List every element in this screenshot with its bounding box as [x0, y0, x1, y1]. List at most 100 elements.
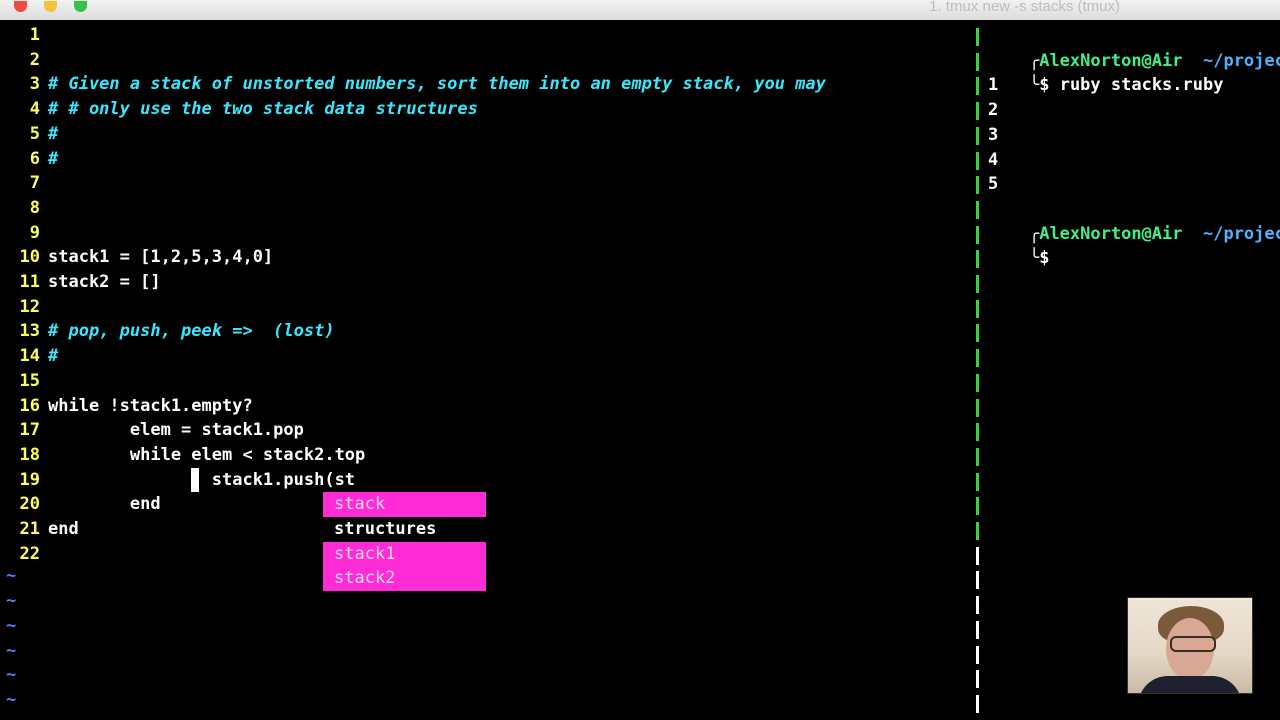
line-number: 22 — [19, 543, 40, 564]
divider-segment — [976, 423, 979, 442]
divider-segment — [976, 596, 979, 615]
line-number: 19 — [19, 469, 40, 490]
divider-segment — [976, 694, 979, 713]
divider-segment — [976, 250, 979, 269]
prompt-line-1: ╭AlexNorton@Air ~/projects — [988, 24, 1280, 71]
divider-segment — [976, 645, 979, 664]
webcam-overlay — [1127, 597, 1253, 694]
prompt-dollar: $ — [1039, 248, 1050, 269]
output-line: 3 — [988, 124, 999, 145]
line-number: 1 — [29, 25, 40, 45]
empty-line-tilde: ~ — [6, 689, 17, 710]
prompt-input-line[interactable]: ╰$ — [988, 222, 1050, 268]
line-code: # — [48, 123, 59, 144]
line-number: 12 — [19, 296, 40, 317]
completion-item[interactable]: stack — [323, 492, 486, 517]
empty-line-tilde: ~ — [6, 591, 17, 612]
divider-segment — [976, 299, 979, 318]
divider-segment — [976, 373, 979, 392]
line-code: # pop, push, peek => (lost) — [48, 321, 335, 342]
line-number: 20 — [19, 494, 40, 515]
vim-editor-pane[interactable]: 1 2 3 # Given a stack of unstorted numbers,… — [0, 20, 975, 720]
zoom-window-button[interactable] — [74, 1, 87, 12]
divider-segment — [976, 620, 979, 639]
divider-segment — [976, 447, 979, 466]
divider-segment — [976, 349, 979, 368]
webcam-person-body — [1138, 676, 1242, 693]
prompt-line-2: ╭AlexNorton@Air ~/projects — [988, 197, 1280, 244]
line-number: 6 — [29, 148, 40, 169]
output-line: 5 — [988, 174, 999, 195]
divider-segment — [976, 497, 979, 516]
line-number: 9 — [29, 222, 40, 243]
line-number: 18 — [19, 444, 40, 465]
line-number: 10 — [19, 247, 40, 268]
window-title: 1. tmux new -s stacks (tmux) — [929, 0, 1120, 15]
divider-segment — [976, 472, 979, 491]
line-number: 4 — [29, 99, 40, 120]
divider-segment — [976, 77, 979, 96]
prompt-dollar: $ — [1039, 75, 1050, 96]
divider-segment — [976, 200, 979, 219]
window-titlebar: 1. tmux new -s stacks (tmux) — [0, 0, 1280, 20]
line-number: 14 — [19, 346, 40, 367]
divider-segment — [976, 102, 979, 121]
line-number: 5 — [29, 123, 40, 144]
line-number: 17 — [19, 420, 40, 441]
prompt-corner: ╰ — [1028, 248, 1040, 269]
empty-line-tilde: ~ — [6, 615, 17, 636]
line-code: stack1.push(st — [48, 469, 356, 490]
line-number: 2 — [29, 49, 40, 70]
prompt-corner: ╰ — [1028, 75, 1040, 96]
line-code: elem = stack1.pop — [48, 420, 304, 441]
line-code: stack2 = [] — [48, 272, 161, 292]
empty-line-tilde: ~ — [6, 566, 17, 587]
divider-segment — [976, 176, 979, 195]
prompt-user: AlexNorton@Air — [1039, 223, 1183, 244]
prompt-path: ~/projects — [1202, 223, 1280, 244]
line-number: 11 — [19, 272, 40, 292]
empty-line-tilde: ~ — [6, 640, 17, 661]
line-code: # Given a stack of unstorted numbers, so… — [48, 74, 826, 95]
divider-segment — [976, 275, 979, 293]
command-text: ruby stacks.ruby — [1059, 75, 1224, 96]
command-line: ╰$ ruby stacks.ruby — [988, 49, 1224, 95]
divider-segment — [976, 324, 979, 343]
line-code: while !stack1.empty? — [48, 395, 253, 416]
output-line: 1 — [988, 75, 999, 96]
empty-line-tilde: ~ — [6, 665, 17, 686]
autocomplete-popup[interactable]: stack structures stack1 stack2 — [323, 492, 486, 592]
line-code: while elem < stack2.top — [48, 444, 366, 465]
divider-segment — [976, 28, 979, 46]
divider-segment — [976, 151, 979, 170]
line-code: # — [48, 346, 59, 367]
completion-item[interactable]: structures — [323, 516, 486, 542]
divider-segment — [976, 571, 979, 590]
line-code: # # only use the two stack data structur… — [48, 99, 478, 120]
divider-segment — [976, 522, 979, 540]
output-line: 4 — [988, 149, 999, 170]
divider-segment — [976, 670, 979, 689]
webcam-person-glasses — [1170, 636, 1216, 652]
line-number: 3 — [29, 74, 40, 95]
line-number: 16 — [19, 395, 40, 416]
line-number: 7 — [29, 173, 40, 194]
divider-segment — [976, 546, 979, 565]
completion-item[interactable]: stack1 — [323, 541, 486, 567]
divider-segment — [976, 225, 979, 244]
pane-divider[interactable] — [976, 28, 979, 714]
text-cursor — [191, 467, 200, 493]
line-number: 8 — [29, 197, 40, 218]
output-line: 2 — [988, 100, 999, 121]
line-code: stack1 = [1,2,5,3,4,0] — [48, 247, 274, 268]
divider-segment — [976, 398, 979, 417]
line-code: end — [48, 519, 79, 539]
line-number: 13 — [19, 321, 40, 342]
line-code: # — [48, 148, 59, 169]
minimize-window-button[interactable] — [44, 1, 57, 12]
completion-item[interactable]: stack2 — [323, 566, 486, 592]
line-number: 21 — [19, 519, 40, 539]
close-window-button[interactable] — [14, 1, 27, 12]
divider-segment — [976, 52, 979, 71]
line-number: 15 — [19, 370, 40, 391]
